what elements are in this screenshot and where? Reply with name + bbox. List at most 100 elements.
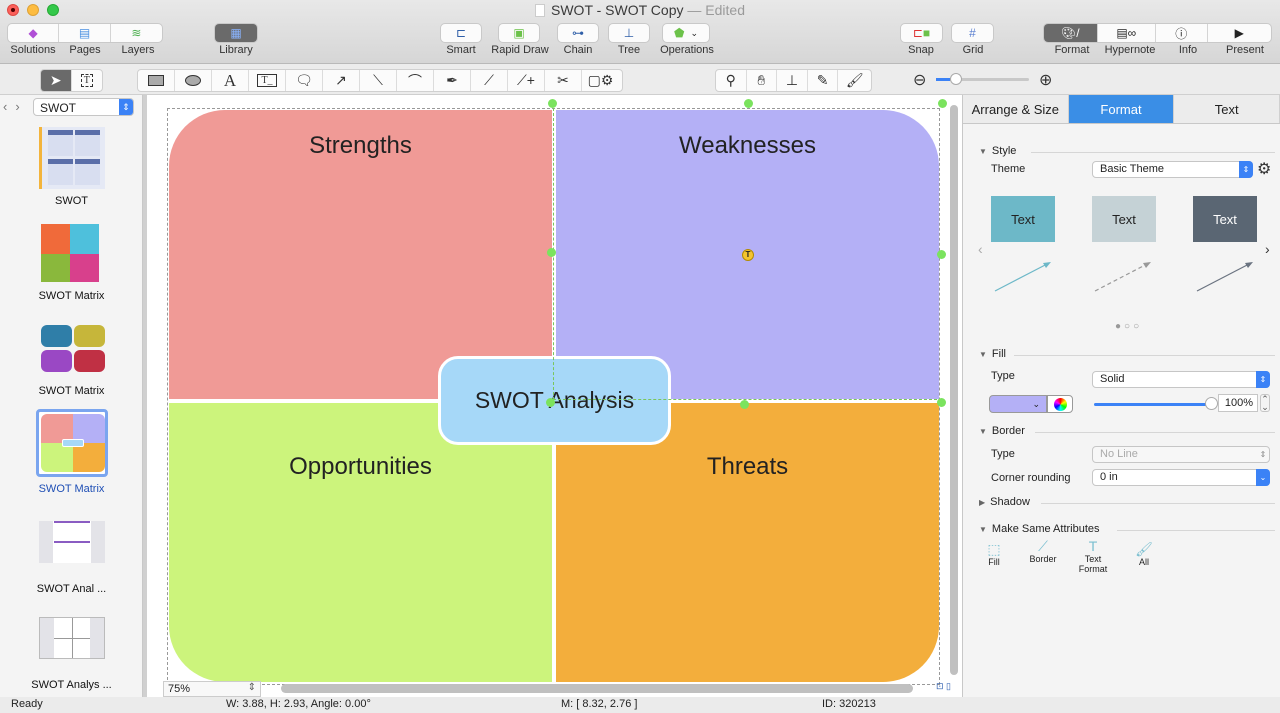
make-same-border-button[interactable]: ⟋ Border	[1023, 538, 1063, 564]
pointer-tool[interactable]: ➤	[41, 70, 72, 91]
disclosure-down-icon: ▼	[979, 524, 987, 534]
stamp-tool[interactable]: ⊥	[777, 70, 808, 91]
selection-dimensions: W: 3.88, H: 2.93, Angle: 0.00°	[226, 698, 371, 710]
page-item[interactable]: SWOT Analys ...	[0, 611, 143, 691]
connector-style-sample[interactable]	[993, 258, 1053, 294]
brush-tool[interactable]: 🖌︎	[838, 70, 871, 91]
library-button[interactable]: ▦	[214, 23, 258, 43]
theme-swatch[interactable]: Text	[1092, 196, 1156, 242]
text-select-tool[interactable]: T	[72, 70, 102, 91]
tab-arrange-size[interactable]: Arrange & Size	[963, 95, 1069, 123]
callout-tool[interactable]: 🗨︎	[286, 70, 323, 91]
ellipse-tool[interactable]	[175, 70, 212, 91]
text-box-tool[interactable]: T_	[249, 70, 286, 91]
curve-tool[interactable]: ⌒	[397, 70, 434, 91]
page-item-selected[interactable]: SWOT Matrix	[0, 409, 143, 495]
selection-handle[interactable]	[740, 400, 749, 409]
page-item[interactable]: SWOT Matrix	[0, 317, 143, 397]
grid-button[interactable]: #	[951, 23, 994, 43]
selection-handle[interactable]	[937, 250, 946, 259]
line-tool[interactable]: ⟍	[360, 70, 397, 91]
drawing-toolbar: ➤ T A T_ 🗨︎ ↗ ⟍ ⌒ ✒ ⟋ ⟋+ ✂ ▢⚙︎ ⚲ ✋︎ ⊥ ✎ …	[0, 64, 1280, 95]
zoom-tool[interactable]: ⚲	[716, 70, 747, 91]
hand-tool[interactable]: ✋︎	[747, 70, 778, 91]
fill-section-toggle[interactable]: ▼ Fill	[979, 348, 1006, 360]
hypernote-button[interactable]: ▤∞	[1098, 24, 1157, 42]
text-tool[interactable]: A	[212, 70, 249, 91]
connector-style-sample[interactable]	[1195, 258, 1255, 294]
rapid-draw-button[interactable]: ▣	[498, 23, 540, 43]
border-section-toggle[interactable]: ▼ Border	[979, 425, 1025, 437]
solution-selector[interactable]: SWOT ⇕	[33, 98, 134, 116]
make-same-text-format-button[interactable]: T Text Format	[1073, 538, 1113, 574]
selection-handle[interactable]	[938, 99, 947, 108]
fill-type-label: Type	[991, 370, 1015, 382]
page-item[interactable]: SWOT Anal ...	[0, 515, 143, 595]
make-same-section-toggle[interactable]: ▼ Make Same Attributes	[979, 523, 1100, 535]
layers-button[interactable]: ≋	[111, 24, 162, 42]
fill-color-well[interactable]: ⌄	[989, 395, 1047, 413]
fill-type-select[interactable]: Solid ⇕	[1092, 371, 1270, 388]
theme-select[interactable]: Basic Theme ⇕	[1092, 161, 1253, 178]
zoom-in-button[interactable]: ⊕	[1039, 70, 1052, 90]
horizontal-scrollbar[interactable]	[281, 684, 913, 693]
make-same-fill-button[interactable]: ⬚ Fill	[974, 541, 1014, 567]
forward-arrow-icon[interactable]: ›	[15, 99, 19, 114]
bezier-tool[interactable]: ⟋	[471, 70, 508, 91]
pages-button[interactable]: ▤	[59, 24, 111, 42]
theme-swatch[interactable]: Text	[991, 196, 1055, 242]
make-same-all-button[interactable]: 🖌︎ All	[1124, 541, 1164, 567]
vertical-scrollbar[interactable]	[950, 105, 958, 675]
callout-icon: 🗨︎	[295, 72, 313, 88]
selection-handle[interactable]	[546, 398, 555, 407]
add-point-tool[interactable]: ⟋+	[508, 70, 545, 91]
style-section-toggle[interactable]: ▼ Style	[979, 145, 1016, 157]
zoom-out-button[interactable]: ⊖	[913, 70, 926, 90]
selection-handle[interactable]	[548, 99, 557, 108]
gear-icon[interactable]: ⚙	[1257, 159, 1271, 179]
rectangle-tool[interactable]	[138, 70, 175, 91]
theme-swatch[interactable]: Text	[1193, 196, 1257, 242]
chevron-right-icon[interactable]: ›	[1265, 241, 1270, 257]
format-button[interactable]: 🎨︎/	[1044, 24, 1098, 42]
shape-settings-tool[interactable]: ▢⚙︎	[582, 70, 619, 91]
chain-button[interactable]: ⊶	[557, 23, 599, 43]
tab-text[interactable]: Text	[1174, 95, 1280, 123]
text-anchor-icon[interactable]: T	[742, 249, 754, 261]
zoom-slider-knob[interactable]	[950, 73, 962, 85]
zoom-slider[interactable]	[936, 73, 1029, 85]
opacity-stepper[interactable]: ⌃ ⌄	[1260, 394, 1270, 412]
library-label: Library	[219, 44, 253, 56]
selection-handle[interactable]	[937, 398, 946, 407]
theme-page-indicator[interactable]: ●○○	[1115, 321, 1142, 332]
border-type-select[interactable]: No Line ⇕	[1092, 446, 1270, 463]
snap-button[interactable]: ⊏ ■	[900, 23, 943, 43]
present-button[interactable]: ▶	[1208, 24, 1271, 42]
info-button[interactable]: ⓘ	[1156, 24, 1208, 42]
tree-button[interactable]: ⊥	[608, 23, 650, 43]
fit-to-page-icon[interactable]: ⊡ ▯	[936, 681, 951, 692]
connector-style-sample[interactable]	[1093, 258, 1153, 294]
corner-rounding-select[interactable]: 0 in ⌄	[1092, 469, 1270, 486]
canvas[interactable]: Strengths Weaknesses Opportunities Threa…	[143, 95, 962, 697]
selection-handle[interactable]	[547, 248, 556, 257]
opacity-field[interactable]: 100%	[1218, 394, 1258, 412]
chevron-left-icon[interactable]: ‹	[978, 241, 983, 257]
back-arrow-icon[interactable]: ‹	[3, 99, 7, 114]
scissors-tool[interactable]: ✂	[545, 70, 582, 91]
operations-button[interactable]: ⬟ ⌄	[662, 23, 710, 43]
shadow-section-toggle[interactable]: ▶ Shadow	[979, 496, 1030, 508]
page-item[interactable]: SWOT	[0, 127, 143, 207]
opacity-slider[interactable]	[1094, 403, 1212, 406]
eyedropper-tool[interactable]: ✎	[808, 70, 839, 91]
zoom-level-select[interactable]: 75% ⇕	[163, 681, 261, 697]
solutions-button[interactable]: ◆	[8, 24, 60, 42]
tab-format[interactable]: Format	[1068, 95, 1175, 123]
color-wheel-icon[interactable]	[1047, 395, 1073, 413]
arrow-tool[interactable]: ↗	[323, 70, 360, 91]
opacity-slider-knob[interactable]	[1205, 397, 1218, 410]
page-item[interactable]: SWOT Matrix	[0, 222, 143, 302]
selection-handle[interactable]	[744, 99, 753, 108]
pen-tool[interactable]: ✒	[434, 70, 471, 91]
smart-button[interactable]: ⊏	[440, 23, 482, 43]
